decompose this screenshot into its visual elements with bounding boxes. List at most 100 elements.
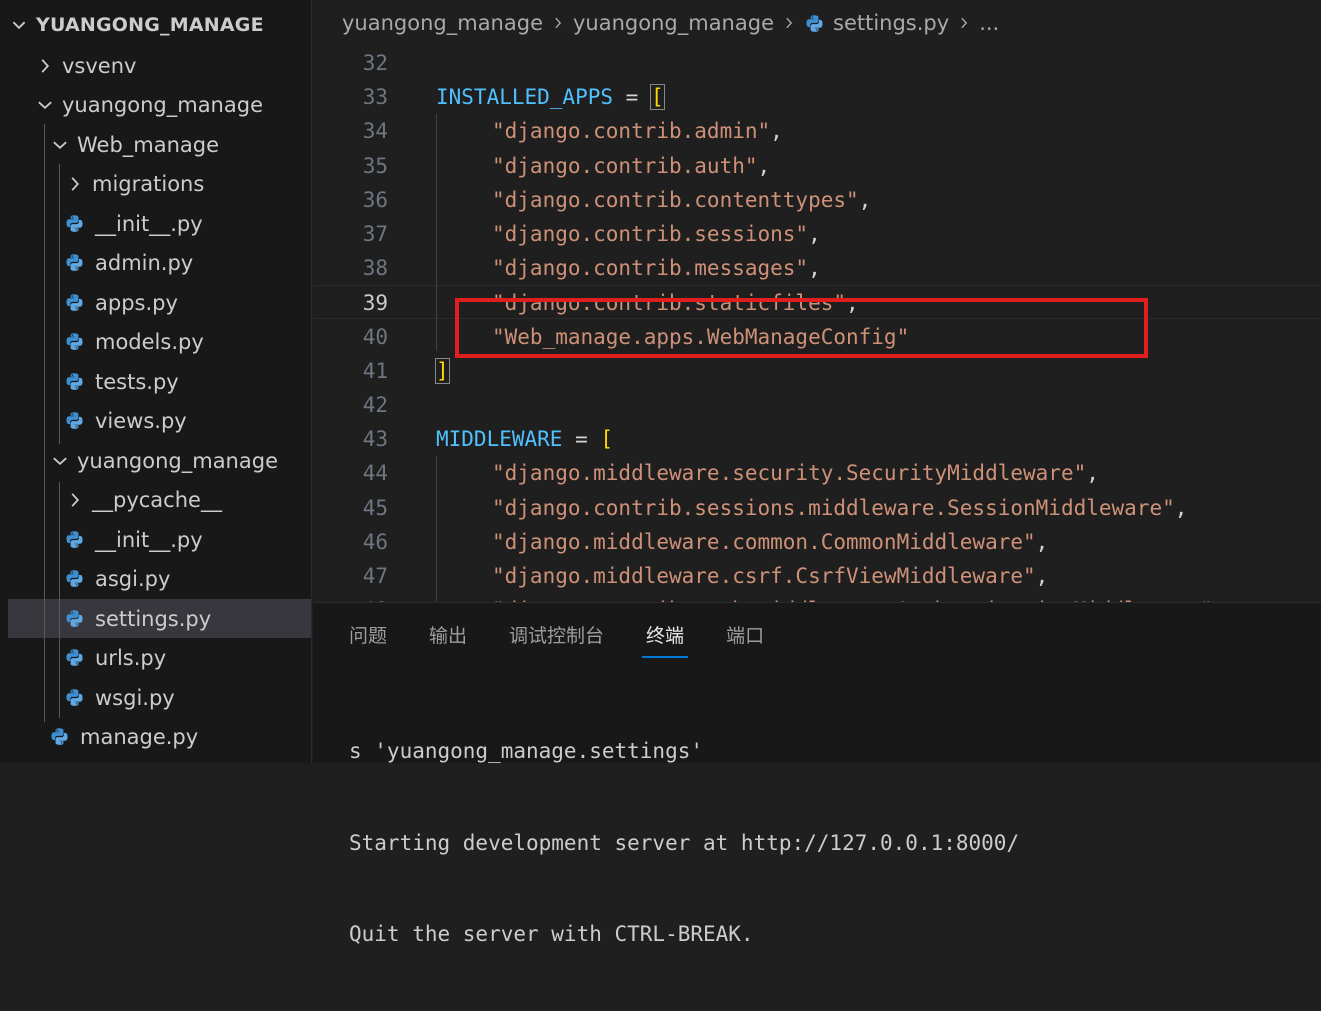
chevron-down-icon [34,94,56,116]
line-number: 40 [362,324,388,349]
chevron-right-icon [64,489,86,511]
breadcrumb-item[interactable]: yuangong_manage [573,11,774,35]
tree-file[interactable]: asgi.py [8,560,311,599]
code-text: MIDDLEWARE = [ [436,422,613,456]
python-icon [64,687,86,709]
tree-file[interactable]: urls.py [8,639,311,678]
line-number: 41 [362,358,388,383]
chevron-right-icon [782,16,796,30]
tree-item-label: tests.py [95,369,179,394]
indent-guide [436,114,437,351]
breadcrumb-item-file[interactable]: settings.py [833,11,949,35]
code-text: "django.contrib.staticfiles", [492,286,859,320]
code-string: "django.contrib.admin" [492,119,771,144]
code-punct: , [808,256,821,281]
tree-file[interactable]: tests.py [8,362,311,401]
tree-item-label: yuangong_manage [62,93,263,117]
code-bracket: [ [600,427,614,452]
code-line[interactable]: 46 "django.middleware.common.CommonMiddle… [313,525,1321,559]
tab-ports[interactable]: 端口 [726,617,764,655]
tree-file[interactable]: wsgi.py [8,678,311,717]
python-icon [64,331,86,353]
tree-folder[interactable]: vsvenv [8,46,311,85]
chevron-right-icon [64,173,86,195]
tree-folder[interactable]: migrations [8,165,311,204]
tree-file[interactable]: models.py [8,323,311,362]
breadcrumb-item-symbols[interactable]: ... [979,11,999,35]
tree-item-label: urls.py [95,646,167,670]
code-line[interactable]: 43 MIDDLEWARE = [ [313,422,1321,456]
terminal-output[interactable]: s 'yuangong_manage.settings' Starting de… [349,675,1019,1011]
tree-indent-guide [44,124,45,722]
code-string: "django.contrib.messages" [492,256,809,281]
code-line[interactable]: 34 "django.contrib.admin", [313,114,1321,148]
code-line[interactable]: 44 "django.middleware.security.SecurityMi… [313,456,1321,490]
tree-folder[interactable]: yuangong_manage [8,86,311,125]
tree-item-label: models.py [95,330,204,354]
tree-item-label: admin.py [95,251,194,275]
tree-item-label: __init__.py [95,527,203,552]
chevron-right-icon [957,16,971,30]
code-text: ] [435,354,450,388]
line-number: 38 [362,256,388,281]
code-line[interactable]: 37 "django.contrib.sessions", [313,217,1321,251]
explorer-sidebar: YUANGONG_MANAGE vsvenv yuangong_manage Web… [0,0,312,763]
code-punct: , [1174,495,1188,520]
tree-file[interactable]: manage.py [8,718,311,757]
python-icon [64,529,86,551]
code-line[interactable]: 33 INSTALLED_APPS = [ [313,80,1321,114]
tree-item-label: vsvenv [62,53,137,78]
tree-file[interactable]: apps.py [8,283,311,322]
tree-item-label: __init__.py [95,211,203,236]
line-number: 35 [362,153,388,178]
tree-file[interactable]: __init__.py [8,520,311,559]
explorer-root-folder[interactable]: YUANGONG_MANAGE [8,5,311,44]
code-line[interactable]: 48 "django.contrib.auth.middleware.Authen… [313,593,1321,602]
tree-folder[interactable]: __pycache__ [8,481,311,520]
code-line[interactable]: 47 "django.middleware.csrf.CsrfViewMiddle… [313,559,1321,593]
code-line[interactable]: 40 "Web_manage.apps.WebManageConfig" [313,320,1321,354]
code-line[interactable]: 36 "django.contrib.contenttypes", [313,183,1321,217]
tree-file[interactable]: settings.py [8,599,311,638]
python-icon [64,371,86,393]
tree-folder[interactable]: Web_manage [8,125,311,164]
tree-folder[interactable]: yuangong_manage [8,441,311,480]
tab-debug-console[interactable]: 调试控制台 [509,617,604,655]
tree-file[interactable]: views.py [8,402,311,441]
tree-file[interactable]: admin.py [8,244,311,283]
python-icon [64,252,86,274]
code-line[interactable]: 38 "django.contrib.messages", [313,251,1321,285]
code-bracket: ] [435,357,450,384]
chevron-right-icon [34,55,56,77]
breadcrumb-item[interactable]: yuangong_manage [342,11,543,35]
tab-output[interactable]: 输出 [429,617,467,655]
tab-problems[interactable]: 问题 [349,617,387,655]
code-text: "Web_manage.apps.WebManageConfig" [492,320,909,354]
code-line[interactable]: 35 "django.contrib.auth", [313,149,1321,183]
tree-item-label: settings.py [95,606,212,631]
code-operator: = [613,85,651,110]
code-line[interactable]: 42 [313,388,1321,422]
tree-indent-guide [59,164,60,444]
line-number: 32 [362,51,388,75]
tree-indent-guide [59,482,60,718]
breadcrumb: yuangong_manage yuangong_manage settings… [313,0,1321,46]
tree-item-label: manage.py [80,725,199,749]
line-number: 39 [362,291,388,316]
code-line[interactable]: 39 "django.contrib.staticfiles", [313,285,1321,320]
python-icon [64,410,86,432]
code-punct: , [808,222,821,246]
chevron-down-icon [49,134,71,156]
code-line[interactable]: 32 [313,46,1321,80]
code-text: "django.contrib.admin", [492,114,783,148]
code-editor[interactable]: 32 33 INSTALLED_APPS = [34 "django.contrib.… [313,46,1321,602]
line-number: 36 [362,187,388,212]
tree-file[interactable]: __init__.py [8,204,311,243]
code-line[interactable]: 41] [313,354,1321,388]
panel-tabs: 问题 输出 调试控制台 终端 端口 [349,617,806,658]
chevron-down-icon [49,450,71,472]
code-punct: , [1086,461,1099,486]
tab-terminal[interactable]: 终端 [642,617,689,658]
code-line[interactable]: 45 "django.contrib.sessions.middleware.Se… [313,491,1321,525]
tree-item-label: views.py [95,409,187,433]
